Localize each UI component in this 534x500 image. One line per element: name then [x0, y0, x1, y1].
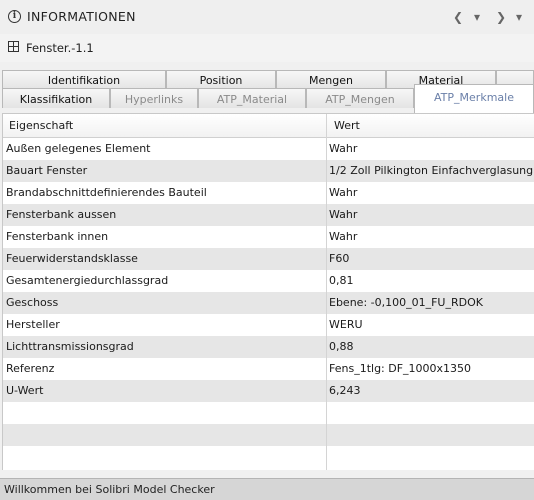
table-row[interactable]: Fensterbank innen Wahr	[3, 226, 534, 248]
previous-arrow-icon[interactable]: ❮	[453, 9, 463, 25]
property-value: Wahr	[329, 208, 358, 221]
table-row[interactable]: Fensterbank aussen Wahr	[3, 204, 534, 226]
panel-title: INFORMATIONEN	[27, 9, 136, 24]
property-name: Geschoss	[6, 296, 59, 309]
tab-atp-material[interactable]: ATP_Material	[198, 88, 306, 108]
tab-atp-mengen[interactable]: ATP_Mengen	[306, 88, 414, 108]
empty-row	[3, 424, 534, 446]
property-name: Hersteller	[6, 318, 60, 331]
property-value: 6,243	[329, 384, 361, 397]
property-value: Wahr	[329, 142, 358, 155]
grid-window-icon	[8, 41, 19, 52]
table-row[interactable]: Gesamtenergiedurchlassgrad 0,81	[3, 270, 534, 292]
column-divider[interactable]	[326, 114, 327, 470]
property-name: Lichttransmissionsgrad	[6, 340, 134, 353]
property-value: 0,81	[329, 274, 354, 287]
table-row[interactable]: Bauart Fenster 1/2 Zoll Pilkington Einfac…	[3, 160, 534, 182]
property-name: U-Wert	[6, 384, 44, 397]
tab-mengen[interactable]: Mengen	[276, 70, 386, 89]
tab-identifikation[interactable]: Identifikation	[2, 70, 166, 89]
table-row[interactable]: Feuerwiderstandsklasse F60	[3, 248, 534, 270]
property-name: Fensterbank innen	[6, 230, 109, 243]
selected-element-name: Fenster.-1.1	[26, 41, 94, 55]
panel-menu-icon[interactable]: ▾	[516, 9, 522, 25]
property-name: Bauart Fenster	[6, 164, 88, 177]
history-dropdown-icon[interactable]: ▾	[474, 9, 480, 25]
tab-klassifikation[interactable]: Klassifikation	[2, 88, 110, 108]
table-row[interactable]: Brandabschnittdefinierendes Bauteil Wahr	[3, 182, 534, 204]
status-bar: Willkommen bei Solibri Model Checker	[0, 478, 534, 500]
tab-strip: Identifikation Position Mengen Material …	[0, 62, 534, 113]
tab-atp-merkmale[interactable]: ATP_Merkmale	[414, 84, 534, 113]
property-value: 1/2 Zoll Pilkington Einfachverglasung	[329, 164, 534, 177]
table-row[interactable]: Geschoss Ebene: -0,100_01_FU_RDOK	[3, 292, 534, 314]
property-value: WERU	[329, 318, 363, 331]
property-name: Feuerwiderstandsklasse	[6, 252, 138, 265]
properties-table: Eigenschaft Wert Außen gelegenes Element…	[2, 113, 534, 470]
property-value: Wahr	[329, 186, 358, 199]
tab-position[interactable]: Position	[166, 70, 276, 89]
tab-hyperlinks[interactable]: Hyperlinks	[110, 88, 198, 108]
property-name: Außen gelegenes Element	[6, 142, 151, 155]
property-value: Wahr	[329, 230, 358, 243]
property-name: Fensterbank aussen	[6, 208, 117, 221]
property-name: Referenz	[6, 362, 55, 375]
table-row[interactable]: U-Wert 6,243	[3, 380, 534, 402]
column-header-eigenschaft[interactable]: Eigenschaft	[9, 119, 73, 132]
empty-row	[3, 446, 534, 468]
table-header: Eigenschaft Wert	[3, 114, 534, 138]
empty-row	[3, 402, 534, 424]
property-name: Brandabschnittdefinierendes Bauteil	[6, 186, 207, 199]
table-row[interactable]: Lichttransmissionsgrad 0,88	[3, 336, 534, 358]
info-icon: i	[8, 10, 21, 23]
property-value: Ebene: -0,100_01_FU_RDOK	[329, 296, 483, 309]
panel-header: i INFORMATIONEN ❮ ▾ ❯ ▾	[0, 0, 534, 35]
next-arrow-icon[interactable]: ❯	[496, 9, 506, 25]
table-row[interactable]: Hersteller WERU	[3, 314, 534, 336]
status-text: Willkommen bei Solibri Model Checker	[4, 483, 215, 496]
table-row[interactable]: Außen gelegenes Element Wahr	[3, 138, 534, 160]
property-name: Gesamtenergiedurchlassgrad	[6, 274, 169, 287]
property-value: F60	[329, 252, 350, 265]
property-value: 0,88	[329, 340, 354, 353]
table-row[interactable]: Referenz Fens_1tlg: DF_1000x1350	[3, 358, 534, 380]
column-header-wert[interactable]: Wert	[334, 119, 360, 132]
property-value: Fens_1tlg: DF_1000x1350	[329, 362, 472, 375]
